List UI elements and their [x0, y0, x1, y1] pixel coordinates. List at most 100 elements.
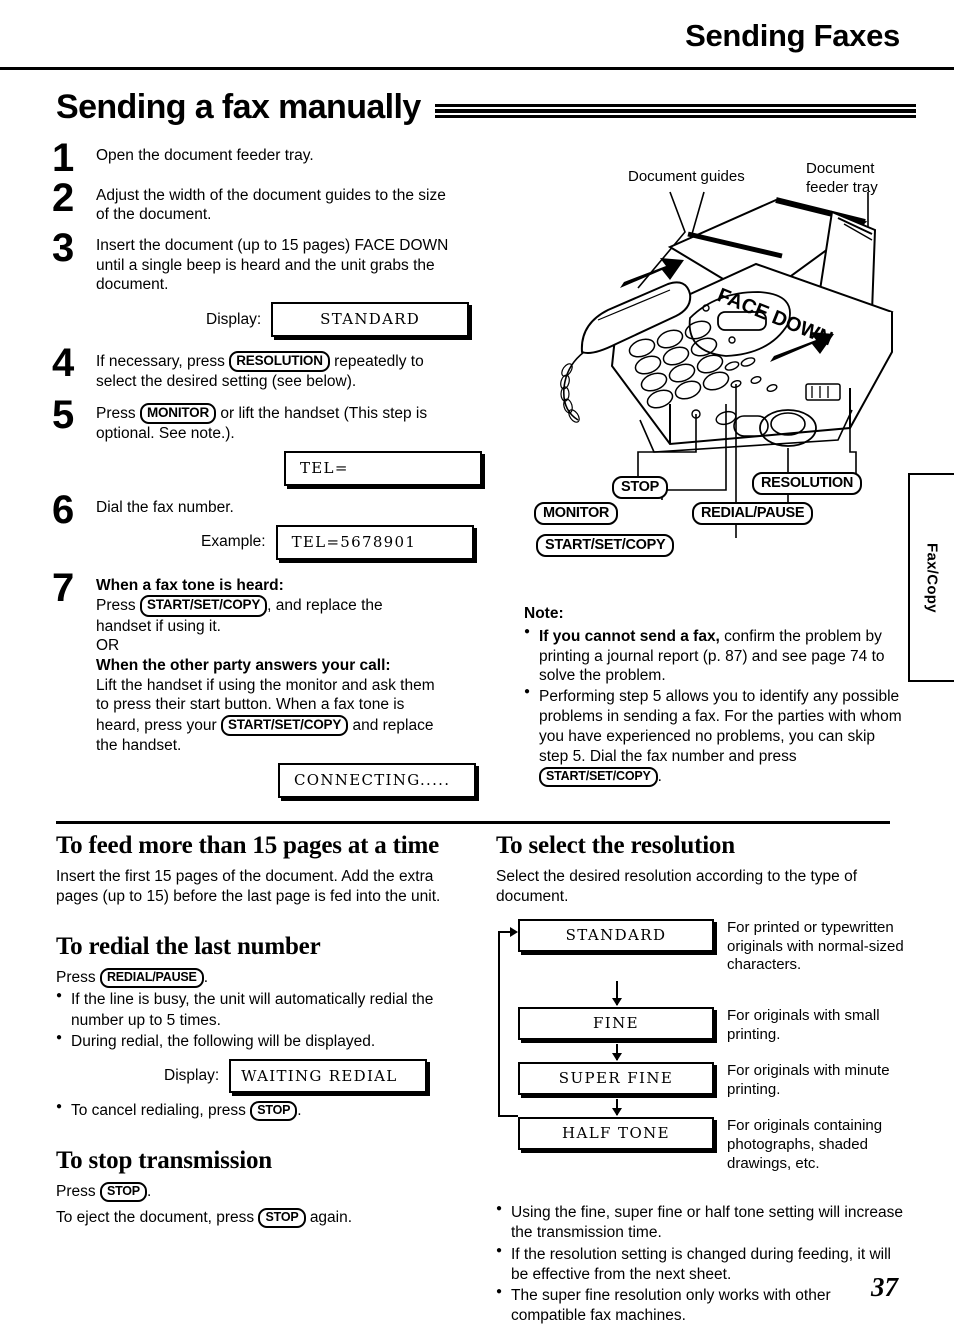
- flow-option-super-fine[interactable]: SUPER FINE: [518, 1062, 714, 1096]
- step-text-pre: If necessary, press: [96, 353, 225, 371]
- flow-arrow-slot-3: [496, 1099, 906, 1117]
- resolution-key-button[interactable]: RESOLUTION: [229, 351, 330, 373]
- stop-press-post: .: [146, 1182, 152, 1200]
- heading-select-resolution: To select the resolution: [496, 832, 735, 859]
- flow-option-half-tone[interactable]: HALF TONE: [518, 1117, 714, 1151]
- redial-press-line: Press REDIAL/PAUSE.: [56, 968, 476, 989]
- stop-eject-post: again.: [309, 1209, 353, 1227]
- step-text-pre: Press: [96, 597, 136, 615]
- flow-arrow-slot-2: [496, 1044, 906, 1062]
- step-subheading: When a fax tone is heard:: [96, 576, 284, 594]
- step-text: the handset.: [96, 737, 182, 755]
- stop-press-line: Press STOP.: [56, 1181, 476, 1202]
- display-label: Display:: [164, 1066, 220, 1084]
- step-text: Adjust the width of the document guides …: [96, 186, 446, 204]
- step-text: of the document.: [96, 206, 212, 224]
- resolution-flow-chart: STANDARD For printed or typewritten orig…: [496, 919, 906, 1173]
- resolution-bullet-list: Using the fine, super fine or half tone …: [496, 1202, 906, 1326]
- step-text: until a single beep is heard and the uni…: [96, 256, 435, 274]
- cancel-redial-bullet: To cancel redialing, press STOP.: [56, 1100, 476, 1121]
- step-text: Open the document feeder tray.: [96, 147, 314, 164]
- procedure-steps-list: 1 Open the document feeder tray. 2 Adjus…: [52, 138, 502, 807]
- stop-key-button[interactable]: STOP: [258, 1208, 306, 1229]
- flow-desc-super-fine: For originals with minute printing.: [727, 1062, 890, 1098]
- step-subheading: When the other party answers your call:: [96, 656, 391, 674]
- display-example-waiting-redial: Display: WAITING REDIAL: [56, 1058, 476, 1093]
- title-decoration-rule: [434, 103, 916, 118]
- step-text-or: OR: [96, 637, 120, 655]
- stop-eject-line: To eject the document, press STOP again.: [56, 1208, 476, 1229]
- monitor-key-button[interactable]: MONITOR: [139, 403, 217, 425]
- stop-button-callout[interactable]: STOP: [612, 476, 669, 499]
- section-thumb-tab-label: Fax/Copy: [923, 542, 941, 613]
- stop-key-button[interactable]: STOP: [250, 1100, 298, 1121]
- cancel-redial-pre: To cancel redialing, press: [71, 1101, 246, 1119]
- note-item: If you cannot send a fax, confirm the pr…: [524, 626, 904, 686]
- step-number: 2: [52, 175, 75, 220]
- note-block: Note: If you cannot send a fax, confirm …: [524, 604, 904, 788]
- step-text-pre: Press: [96, 405, 136, 423]
- feed-more-pages-body: Insert the first 15 pages of the documen…: [56, 868, 441, 906]
- display-example-dial: Example: TEL=5678901: [96, 524, 502, 560]
- step-2: 2 Adjust the width of the document guide…: [52, 178, 502, 225]
- stop-press-pre: Press: [56, 1182, 96, 1200]
- flow-row-super-fine: SUPER FINE For originals with minute pri…: [496, 1062, 906, 1099]
- step-number: 7: [52, 565, 75, 610]
- step-text: to press their start button. When a fax …: [96, 696, 405, 714]
- start-set-copy-key-button[interactable]: START/SET/COPY: [539, 766, 658, 787]
- step-text: Press START/SET/COPY, and replace the: [96, 595, 502, 617]
- lcd-display: TEL=: [284, 450, 482, 486]
- step-text-post: , and replace the: [267, 597, 383, 615]
- cancel-redial-list: To cancel redialing, press STOP.: [56, 1100, 476, 1121]
- start-set-copy-key-button[interactable]: START/SET/COPY: [139, 595, 268, 617]
- stop-key-button[interactable]: STOP: [99, 1181, 147, 1202]
- redial-pause-button-callout[interactable]: REDIAL/PAUSE: [692, 502, 814, 525]
- flow-desc-half-tone: For originals containing photographs, sh…: [727, 1117, 883, 1172]
- note-item-tail: .: [657, 767, 662, 785]
- display-example-connecting: CONNECTING.....: [96, 762, 502, 798]
- heading-stop-transmission: To stop transmission: [56, 1146, 272, 1174]
- step-text-post: repeatedly to: [334, 353, 424, 371]
- step-6: 6 Dial the fax number. Example: TEL=5678…: [52, 490, 502, 560]
- step-text-pre: heard, press your: [96, 716, 217, 734]
- step-text: If necessary, press RESOLUTION repeatedl…: [96, 351, 502, 373]
- step-number: 3: [52, 226, 75, 271]
- redial-press-pre: Press: [56, 969, 96, 987]
- cancel-redial-post: .: [297, 1101, 302, 1119]
- redial-pause-key-button[interactable]: REDIAL/PAUSE: [99, 968, 204, 989]
- display-label: Display:: [206, 310, 262, 328]
- step-text-post: and replace: [352, 716, 434, 734]
- fax-machine-illustration: Document guides Document feeder tray FAC…: [520, 152, 940, 572]
- step-text-post: or lift the handset (This step is: [220, 405, 428, 423]
- bottom-right-column: To select the resolution Select the desi…: [496, 832, 906, 1327]
- flow-desc-standard: For printed or typewritten originals wit…: [727, 919, 904, 974]
- step-text: heard, press your START/SET/COPY and rep…: [96, 714, 502, 737]
- redial-bullet: If the line is busy, the unit will autom…: [56, 989, 476, 1030]
- resolution-button-callout[interactable]: RESOLUTION: [752, 472, 863, 495]
- select-resolution-intro: Select the desired resolution according …: [496, 868, 858, 906]
- step-5: 5 Press MONITOR or lift the handset (Thi…: [52, 395, 502, 486]
- lcd-display: STANDARD: [271, 302, 470, 338]
- display-example-standard: Display: STANDARD: [96, 302, 502, 338]
- flow-arrow-standard-to-fine: [612, 981, 622, 1007]
- step-text: optional. See note.).: [96, 425, 235, 443]
- step-number: 5: [52, 393, 75, 438]
- flow-arrow-slot-1: [496, 981, 906, 1007]
- step-text: document.: [96, 276, 169, 294]
- flow-option-fine[interactable]: FINE: [518, 1007, 714, 1041]
- start-set-copy-button-callout[interactable]: START/SET/COPY: [536, 534, 675, 557]
- note-item-bold: If you cannot send a fax,: [539, 627, 720, 645]
- heading-feed-more-pages: To feed more than 15 pages at a time: [56, 832, 440, 859]
- flow-option-standard[interactable]: STANDARD: [518, 919, 714, 953]
- step-number: 1: [52, 136, 75, 180]
- section-divider-rule: [56, 821, 890, 824]
- step-4: 4 If necessary, press RESOLUTION repeate…: [52, 343, 502, 392]
- section-title-block: Sending a fax manually: [56, 88, 916, 127]
- start-set-copy-key-button[interactable]: START/SET/COPY: [220, 714, 349, 737]
- step-number: 4: [52, 341, 75, 386]
- monitor-button-callout[interactable]: MONITOR: [534, 502, 619, 525]
- step-text: handset if using it.: [96, 617, 221, 635]
- display-example-tel: TEL=: [96, 450, 502, 486]
- flow-row-standard: STANDARD For printed or typewritten orig…: [496, 919, 906, 975]
- heading-redial-last-number: To redial the last number: [56, 933, 321, 961]
